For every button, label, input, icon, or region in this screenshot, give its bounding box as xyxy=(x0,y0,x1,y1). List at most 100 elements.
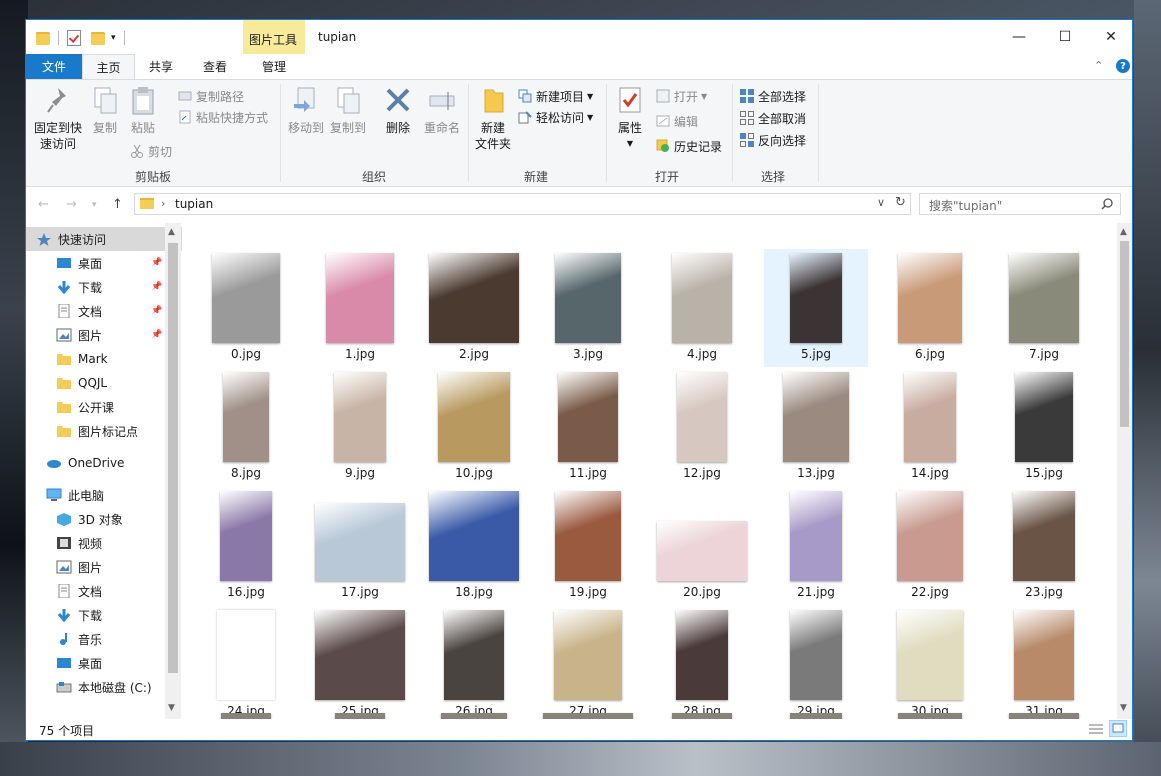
file-tile[interactable]: 7.jpg xyxy=(992,249,1096,367)
cut-button[interactable]: 剪切 xyxy=(130,141,172,161)
copy-to-button[interactable]: 复制到 xyxy=(326,86,370,136)
nav-item-18[interactable]: 本地磁盘 (C:) xyxy=(26,675,182,699)
nav-item-9[interactable]: OneDrive xyxy=(26,451,182,475)
file-tile[interactable]: 9.jpg xyxy=(308,368,412,486)
content-scrollbar[interactable]: ▲ ▼ xyxy=(1117,223,1132,719)
scroll-down-icon[interactable]: ▼ xyxy=(1120,703,1127,713)
copy-button[interactable]: 复制 xyxy=(88,86,122,136)
rename-button[interactable]: 重命名 xyxy=(420,86,464,136)
recent-locations-icon[interactable]: ▾ xyxy=(92,200,97,210)
nav-item-4[interactable]: 图片 📌 xyxy=(26,323,182,347)
file-tile[interactable]: 25.jpg xyxy=(308,606,412,719)
nav-item-13[interactable]: 图片 xyxy=(26,555,182,579)
file-tile[interactable]: 5.jpg xyxy=(764,249,868,367)
scroll-up-icon[interactable]: ▲ xyxy=(168,227,175,237)
paste-button[interactable]: 粘贴 xyxy=(126,86,160,136)
select-all-button[interactable]: 全部选择 xyxy=(740,86,806,106)
properties-icon[interactable] xyxy=(67,30,81,46)
history-button[interactable]: 历史记录 xyxy=(656,136,722,156)
file-tile[interactable]: 28.jpg xyxy=(650,606,754,719)
file-tile[interactable]: 8.jpg xyxy=(194,368,298,486)
file-tile[interactable]: 20.jpg xyxy=(650,487,754,605)
file-tile[interactable]: 12.jpg xyxy=(650,368,754,486)
select-none-button[interactable]: 全部取消 xyxy=(740,108,806,128)
file-tile[interactable]: 13.jpg xyxy=(764,368,868,486)
forward-arrow-icon[interactable]: → xyxy=(66,197,77,212)
breadcrumb-chevron-icon[interactable]: › xyxy=(161,197,165,210)
nav-pane-scroll-thumb[interactable] xyxy=(168,243,178,673)
nav-item-6[interactable]: QQJL xyxy=(26,371,182,395)
new-folder-icon[interactable] xyxy=(91,31,105,45)
properties-button[interactable]: 属性 ▼ xyxy=(610,86,650,152)
file-tile[interactable]: 3.jpg xyxy=(536,249,640,367)
nav-item-8[interactable]: 图片标记点 xyxy=(26,419,182,443)
file-tile[interactable]: 1.jpg xyxy=(308,249,412,367)
file-tile[interactable]: 15.jpg xyxy=(992,368,1096,486)
file-tile[interactable]: 21.jpg xyxy=(764,487,868,605)
file-tile[interactable]: 17.jpg xyxy=(308,487,412,605)
open-button[interactable]: 打开 ▼ xyxy=(656,86,707,106)
nav-item-2[interactable]: 下载 📌 xyxy=(26,275,182,299)
file-tile[interactable]: 14.jpg xyxy=(878,368,982,486)
nav-item-10[interactable]: 此电脑 xyxy=(26,483,182,507)
collapse-ribbon-icon[interactable]: ⌃ xyxy=(1094,59,1103,72)
pin-to-quick-access-button[interactable]: 固定到快 速访问 xyxy=(32,86,84,152)
nav-item-12[interactable]: 视频 xyxy=(26,531,182,555)
help-icon[interactable]: ? xyxy=(1116,59,1130,73)
nav-item-3[interactable]: 文档 📌 xyxy=(26,299,182,323)
invert-selection-button[interactable]: 反向选择 xyxy=(740,130,806,150)
file-tile[interactable]: 31.jpg xyxy=(992,606,1096,719)
file-tile[interactable]: 22.jpg xyxy=(878,487,982,605)
scroll-down-icon[interactable]: ▼ xyxy=(168,703,175,713)
file-tile[interactable]: 23.jpg xyxy=(992,487,1096,605)
paste-shortcut-button[interactable]: 粘贴快捷方式 xyxy=(178,107,268,127)
file-tile[interactable]: 10.jpg xyxy=(422,368,526,486)
file-tile[interactable]: 2.jpg xyxy=(422,249,526,367)
nav-item-11[interactable]: 3D 对象 xyxy=(26,507,182,531)
nav-item-1[interactable]: 桌面 📌 xyxy=(26,251,182,275)
nav-item-5[interactable]: Mark xyxy=(26,347,182,371)
large-icons-view-icon[interactable] xyxy=(1109,720,1127,737)
address-bar[interactable]: › tupian ∨ ↻ xyxy=(134,193,911,215)
minimize-button[interactable]: — xyxy=(996,20,1042,54)
easy-access-button[interactable]: 轻松访问 ▼ xyxy=(518,107,593,127)
tab-file[interactable]: 文件 xyxy=(26,54,82,79)
nav-item-14[interactable]: 文档 xyxy=(26,579,182,603)
edit-button[interactable]: 编辑 xyxy=(656,111,698,131)
search-input[interactable]: 搜索"tupian" xyxy=(919,193,1121,215)
new-item-button[interactable]: 新建项目 ▼ xyxy=(518,86,593,106)
file-tile[interactable]: 11.jpg xyxy=(536,368,640,486)
copy-path-button[interactable]: 复制路径 xyxy=(178,86,244,106)
maximize-button[interactable]: ☐ xyxy=(1042,20,1088,54)
nav-item-7[interactable]: 公开课 xyxy=(26,395,182,419)
file-tile[interactable]: 19.jpg xyxy=(536,487,640,605)
nav-item-0[interactable]: 快速访问 xyxy=(26,227,182,251)
file-tile[interactable]: 29.jpg xyxy=(764,606,868,719)
file-tile[interactable]: 26.jpg xyxy=(422,606,526,719)
file-tile[interactable]: 16.jpg xyxy=(194,487,298,605)
nav-item-16[interactable]: 音乐 xyxy=(26,627,182,651)
file-tile[interactable]: 18.jpg xyxy=(422,487,526,605)
file-tile[interactable]: 27.jpg xyxy=(536,606,640,719)
nav-item-17[interactable]: 桌面 xyxy=(26,651,182,675)
file-tile[interactable]: 6.jpg xyxy=(878,249,982,367)
file-tile[interactable]: 30.jpg xyxy=(878,606,982,719)
scroll-up-icon[interactable]: ▲ xyxy=(1120,227,1127,237)
tab-share[interactable]: 共享 xyxy=(138,54,184,79)
new-folder-button[interactable]: 新建 文件夹 xyxy=(472,86,514,152)
details-view-icon[interactable] xyxy=(1088,722,1104,736)
close-button[interactable]: ✕ xyxy=(1088,20,1132,54)
tab-home[interactable]: 主页 xyxy=(82,54,135,79)
file-tile[interactable]: 24.jpg xyxy=(194,606,298,719)
tab-view[interactable]: 查看 xyxy=(192,54,238,79)
address-dropdown-icon[interactable]: ∨ xyxy=(877,196,885,209)
up-arrow-icon[interactable]: ↑ xyxy=(112,197,123,212)
delete-button[interactable]: 删除 xyxy=(378,86,418,136)
tab-manage[interactable]: 管理 xyxy=(246,54,302,79)
nav-item-15[interactable]: 下载 xyxy=(26,603,182,627)
file-tile[interactable]: 0.jpg xyxy=(194,249,298,367)
file-tile[interactable]: 4.jpg xyxy=(650,249,754,367)
content-scroll-thumb[interactable] xyxy=(1120,241,1129,427)
move-to-button[interactable]: 移动到 xyxy=(286,86,326,136)
nav-pane-scrollbar[interactable]: ▲ ▼ xyxy=(165,223,181,719)
